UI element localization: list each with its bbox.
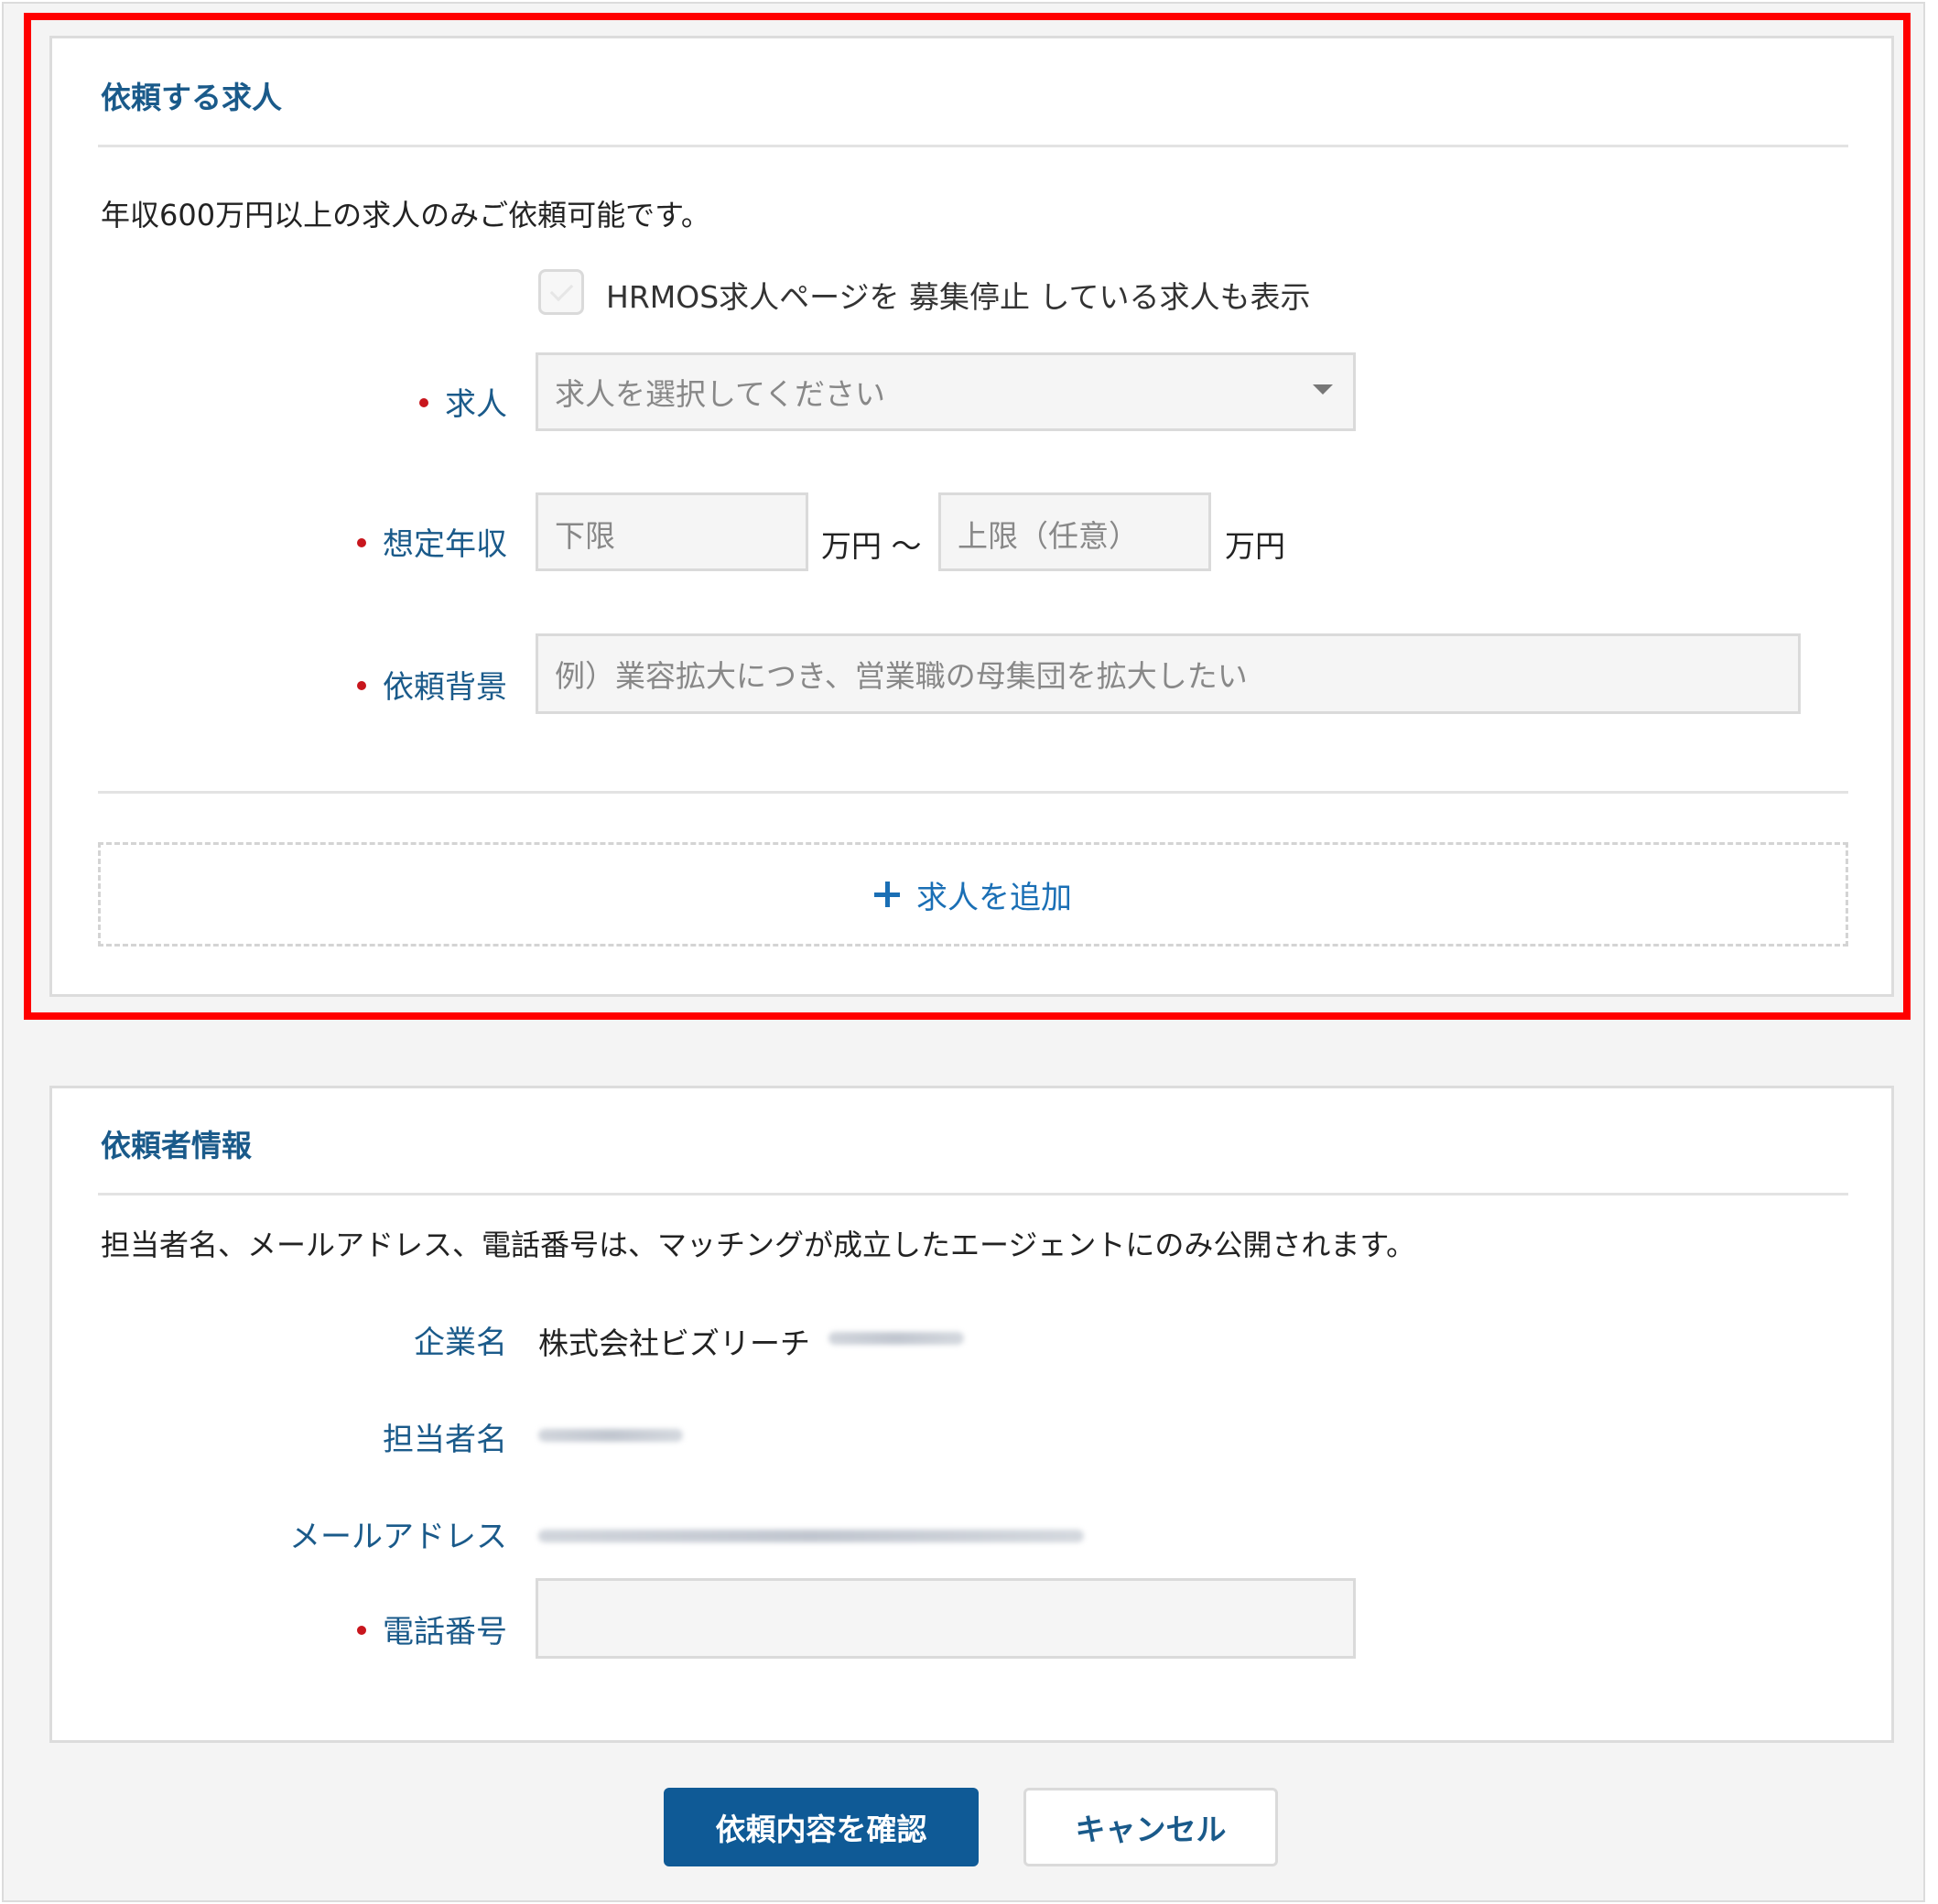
requester-section-description: 担当者名、メールアドレス、電話番号は、マッチングが成立したエージェントにのみ公開… <box>101 1228 1416 1262</box>
salary-field-label: 想定年収 <box>357 519 507 564</box>
salary-lower-input[interactable]: 下限 <box>536 492 808 571</box>
requester-info-card: 依頼者情報 担当者名、メールアドレス、電話番号は、マッチングが成立したエージェン… <box>49 1086 1894 1743</box>
add-job-label: 求人を追加 <box>916 879 1072 916</box>
salary-unit: 万円 <box>1225 528 1285 564</box>
job-select-placeholder: 求人を選択してください <box>555 376 886 412</box>
show-stopped-jobs-checkbox[interactable] <box>538 269 584 315</box>
company-label: 企業名 <box>414 1325 507 1361</box>
background-field-label: 依頼背景 <box>357 662 507 707</box>
company-value: 株式会社ビズリーチ <box>538 1325 810 1361</box>
request-background-placeholder: 例）業容拡大につき、営業職の母集団を拡大したい <box>555 658 1248 694</box>
required-dot-icon <box>357 537 366 547</box>
section-title-requester: 依頼者情報 <box>101 1128 252 1163</box>
page-background: 依頼する求人 年収600万円以上の求人のみご依頼可能です。 HRMOS求人ページ… <box>2 2 1925 1902</box>
phone-label: 電話番号 <box>357 1606 507 1651</box>
salary-upper-input[interactable]: 上限（任意） <box>938 492 1211 571</box>
divider <box>98 145 1848 147</box>
show-stopped-jobs-label: HRMOS求人ページを 募集停止 している求人も表示 <box>606 279 1311 315</box>
divider <box>98 1193 1848 1195</box>
plus-icon <box>874 882 900 907</box>
email-label: メールアドレス <box>289 1519 507 1555</box>
confirm-request-button[interactable]: 依頼内容を確認 <box>664 1788 979 1866</box>
add-job-button[interactable]: 求人を追加 <box>98 842 1848 947</box>
salary-unit-range: 万円 ～ <box>821 528 922 564</box>
salary-upper-placeholder: 上限（任意） <box>958 518 1139 554</box>
job-section-description: 年収600万円以上の求人のみご依頼可能です。 <box>101 198 710 233</box>
phone-input[interactable] <box>536 1578 1356 1659</box>
job-request-card: 依頼する求人 年収600万円以上の求人のみご依頼可能です。 HRMOS求人ページ… <box>49 36 1894 997</box>
required-dot-icon <box>357 1625 366 1635</box>
required-dot-icon <box>357 680 366 690</box>
person-label: 担当者名 <box>383 1422 507 1458</box>
divider <box>98 791 1848 794</box>
caret-down-icon <box>1313 384 1333 395</box>
salary-lower-placeholder: 下限 <box>555 518 615 554</box>
required-dot-icon <box>419 397 428 407</box>
job-field-label: 求人 <box>419 379 507 424</box>
section-title-job: 依頼する求人 <box>101 80 282 115</box>
redacted-text <box>828 1332 964 1345</box>
cancel-button[interactable]: キャンセル <box>1023 1788 1278 1866</box>
job-select[interactable]: 求人を選択してください <box>536 352 1356 431</box>
redacted-text <box>538 1429 683 1442</box>
request-background-input[interactable]: 例）業容拡大につき、営業職の母集団を拡大したい <box>536 633 1801 714</box>
redacted-text <box>538 1530 1084 1542</box>
